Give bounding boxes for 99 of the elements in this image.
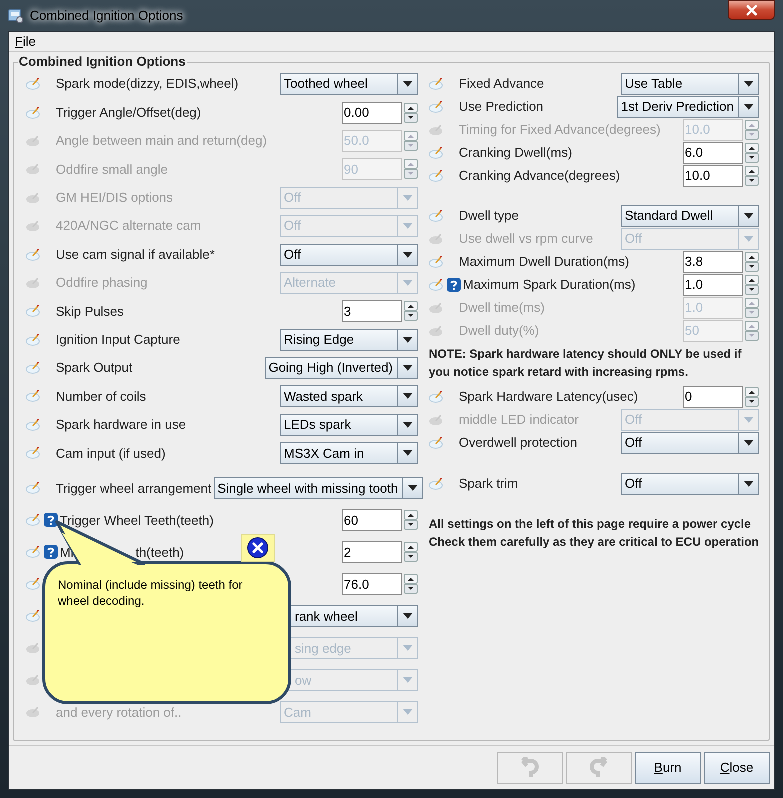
caret-icon — [738, 74, 758, 94]
dialog-button[interactable]: Close — [704, 752, 770, 784]
spinner-arrows[interactable] — [745, 166, 759, 186]
number-field[interactable]: 60 — [342, 509, 402, 532]
spinner-arrows[interactable] — [404, 510, 418, 530]
caret-icon — [397, 244, 417, 265]
spinner-arrows[interactable] — [404, 542, 418, 562]
close-icon — [247, 537, 269, 559]
tooltip-close-button[interactable] — [241, 534, 275, 562]
spinner-arrows[interactable] — [404, 574, 418, 594]
caret-icon — [397, 414, 417, 435]
number-field[interactable]: 3.8 — [683, 250, 743, 272]
caret-icon — [397, 386, 417, 406]
close-button[interactable] — [728, 0, 775, 20]
note-text: All settings on the left of this page require a power cycle — [429, 516, 752, 533]
dropdown[interactable]: Toothed wheel — [280, 73, 418, 96]
number-field[interactable]: 0.00 — [342, 102, 402, 124]
field-label: Overdwell protection — [459, 434, 578, 452]
caret-icon — [397, 443, 417, 464]
field-label: Angle between main and return(deg) — [56, 132, 268, 150]
number-field[interactable]: 3 — [342, 300, 402, 322]
field-label: Fixed Advance — [459, 74, 544, 93]
field-label: Ignition Input Capture — [56, 330, 180, 349]
number-field[interactable]: 10.0 — [683, 164, 743, 186]
field-label: Oddfire phasing — [56, 274, 148, 292]
number-field[interactable]: 6.0 — [683, 142, 743, 164]
dropdown[interactable]: LEDs spark — [280, 414, 418, 436]
field-label: and every rotation of.. — [56, 704, 182, 722]
spinner-arrows[interactable] — [404, 301, 418, 322]
caret-icon — [738, 432, 758, 452]
field-label: Trigger Angle/Offset(deg) — [56, 104, 202, 122]
field-label: GM HEI/DIS options — [56, 189, 174, 207]
help-icon[interactable] — [44, 545, 58, 560]
help-icon[interactable] — [447, 278, 461, 292]
menu-item[interactable]: File — [13, 34, 38, 50]
dropdown[interactable]: Rising Edge — [280, 328, 418, 351]
field-label: Timing for Fixed Advance(degrees) — [459, 120, 661, 139]
dropdown[interactable]: Off — [280, 244, 418, 266]
number-field[interactable]: 76.0 — [342, 573, 402, 596]
number-field[interactable]: 2 — [342, 541, 402, 564]
caret-icon — [738, 96, 758, 116]
field-label: Spark mode(dizzy, EDIS,wheel) — [56, 75, 239, 94]
field-label: Skip Pulses — [56, 302, 124, 321]
dropdown[interactable]: Standard Dwell — [621, 204, 759, 226]
dropdown[interactable]: Off — [621, 432, 759, 454]
close-icon — [746, 4, 758, 16]
field-label: Oddfire small angle — [56, 160, 168, 179]
field-label: Spark Hardware Latency(usec) — [459, 388, 638, 406]
caret-icon — [402, 478, 422, 498]
dropdown[interactable]: 1st Deriv Prediction — [617, 96, 759, 118]
group-title: Combined Ignition Options — [18, 54, 187, 70]
field-label: th(teeth) — [136, 544, 184, 562]
caret-icon — [397, 606, 417, 626]
caret-icon — [397, 358, 417, 378]
field-label: Dwell time(ms) — [459, 298, 545, 317]
field-label: Number of coils — [56, 388, 146, 406]
dropdown[interactable]: Use Table — [621, 72, 759, 94]
help-icon[interactable] — [44, 513, 58, 528]
field-label: 420A/NGC alternate cam — [56, 217, 202, 236]
field-label: Maximum Spark Duration(ms) — [463, 276, 636, 294]
app-icon — [8, 8, 24, 24]
dropdown[interactable]: MS3X Cam in — [280, 442, 418, 464]
caret-icon — [397, 74, 417, 94]
field-label: Spark Output — [56, 359, 133, 378]
spinner-arrows[interactable] — [745, 386, 759, 406]
field-label: Trigger Wheel Teeth(teeth) — [60, 512, 214, 530]
number-field[interactable]: 1.0 — [683, 274, 743, 296]
field-label: middle LED indicator — [459, 410, 579, 429]
dropdown[interactable]: Single wheel with missing tooth — [214, 477, 424, 500]
field-label: Dwell type — [459, 206, 519, 225]
spinner-arrows[interactable] — [745, 252, 759, 272]
dialog-button[interactable]: Burn — [635, 752, 701, 784]
field-label: Trigger wheel arrangement — [56, 480, 212, 498]
field-label: Spark trim — [459, 474, 518, 493]
note-text: Check them carefully as they are critical to ECU operation — [429, 534, 759, 551]
spinner-arrows[interactable] — [745, 274, 759, 294]
field-label: Cranking Advance(degrees) — [459, 166, 620, 185]
dropdown[interactable]: Off — [621, 472, 759, 494]
dropdown[interactable]: Going High (Inverted) — [264, 357, 418, 380]
window-title: Combined Ignition Options — [30, 6, 184, 25]
field-label: Use cam signal if available* — [56, 246, 215, 264]
field-label: Dwell duty(%) — [459, 322, 540, 340]
undo-icon — [519, 756, 541, 778]
tooltip-text: Nominal (include missing) teeth for wheel decoding. — [58, 577, 244, 609]
field-label: Cam input (if used) — [56, 444, 166, 463]
redo-icon — [588, 756, 610, 778]
note-text: NOTE: Spark hardware latency should ONLY be used if you notice spark retard with increasing rpms. — [429, 346, 743, 381]
spinner-arrows[interactable] — [404, 102, 418, 123]
caret-icon — [397, 330, 417, 350]
field-label: Use Prediction — [459, 98, 544, 116]
caret-icon — [738, 474, 758, 494]
field-label: Spark hardware in use — [56, 416, 186, 434]
dropdown[interactable]: Wasted spark — [280, 385, 418, 408]
field-label: Cranking Dwell(ms) — [459, 144, 572, 162]
field-label: Use dwell vs rpm curve — [459, 230, 594, 248]
number-field[interactable]: 0 — [683, 386, 743, 408]
caret-icon — [738, 206, 758, 226]
field-label: Maximum Dwell Duration(ms) — [459, 252, 630, 271]
spinner-arrows[interactable] — [745, 142, 759, 162]
